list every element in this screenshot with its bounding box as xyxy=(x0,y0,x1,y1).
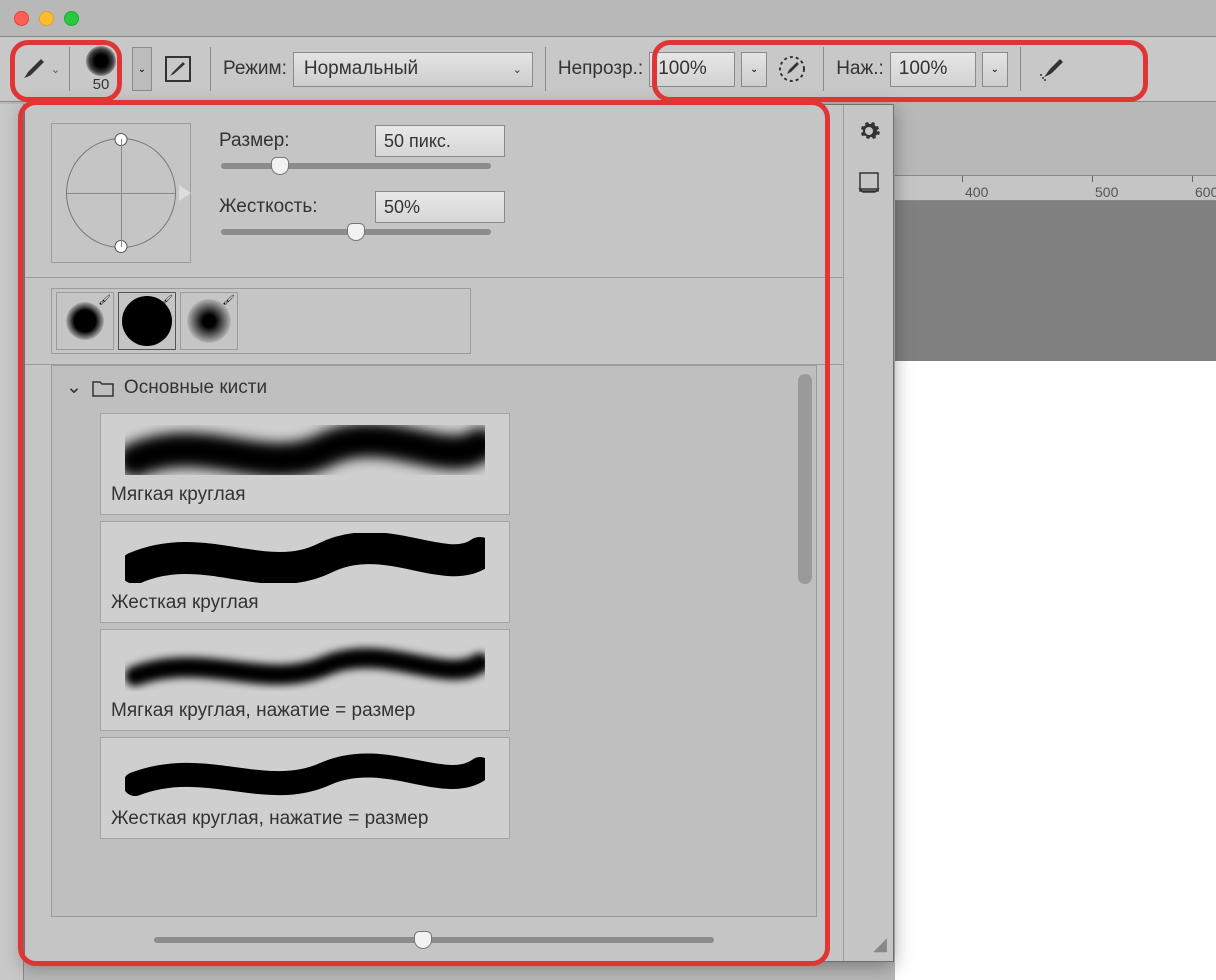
mode-value: Нормальный xyxy=(304,58,418,80)
brush-stroke-preview xyxy=(111,422,499,478)
brush-stroke-preview xyxy=(111,530,499,586)
mode-dropdown[interactable]: Нормальный ⌄ xyxy=(293,52,533,87)
zoom-window-button[interactable] xyxy=(64,11,79,26)
opacity-dropdown[interactable]: ⌄ xyxy=(741,52,767,87)
brush-angle-control[interactable] xyxy=(51,123,191,263)
minimize-window-button[interactable] xyxy=(39,11,54,26)
brush-preset-indicator[interactable]: 50 xyxy=(76,46,126,93)
chevron-down-icon: ⌄ xyxy=(51,63,60,76)
angle-arrow-icon xyxy=(179,185,191,201)
brush-mini-icon: 🖌 xyxy=(98,295,111,306)
tool-brush-dropdown[interactable]: ⌄ xyxy=(10,47,70,91)
separator xyxy=(210,47,211,91)
brush-preset-popup: Размер: 50 пикс. Жесткость: 50% xyxy=(24,104,894,962)
canvas[interactable] xyxy=(895,361,1216,980)
brush-name: Мягкая круглая, нажатие = размер xyxy=(111,700,499,722)
popup-settings-button[interactable] xyxy=(857,119,881,143)
ruler-mark: 400 xyxy=(965,184,988,200)
size-label: Размер: xyxy=(219,130,359,152)
flow-value: 100% xyxy=(899,58,948,80)
folder-icon xyxy=(92,379,114,397)
brush-preset-dropdown[interactable]: ⌄ xyxy=(132,47,152,91)
brush-size-number: 50 xyxy=(93,76,110,93)
hardness-slider[interactable] xyxy=(221,229,491,235)
brush-mini-icon: 🖌 xyxy=(160,295,173,306)
scrollbar-vertical[interactable] xyxy=(798,374,812,584)
flow-input[interactable]: 100% xyxy=(890,52,976,87)
opacity-label: Непрозр.: xyxy=(558,58,643,80)
separator xyxy=(545,47,546,91)
ruler-mark: 600 xyxy=(1195,184,1216,200)
new-preset-icon xyxy=(858,171,880,193)
size-slider[interactable] xyxy=(221,163,491,169)
opacity-input[interactable]: 100% xyxy=(649,52,735,87)
brush-group-name: Основные кисти xyxy=(124,377,267,399)
options-bar: ⌄ 50 ⌄ Режим: Нормальный ⌄ Непрозр.: 100… xyxy=(0,36,1216,102)
brush-name: Жесткая круглая, нажатие = размер xyxy=(111,808,499,830)
hardness-input[interactable]: 50% xyxy=(375,191,505,223)
brush-list: ⌄ Основные кисти Мягкая круглая Жесткая к… xyxy=(51,365,817,917)
opacity-value: 100% xyxy=(658,58,707,80)
airbrush-icon xyxy=(1036,53,1068,85)
flow-label: Наж.: xyxy=(836,58,884,80)
recent-brush-item[interactable]: 🖌 xyxy=(180,292,238,350)
pressure-opacity-button[interactable] xyxy=(773,50,811,88)
brush-thumbnail-size-slider[interactable] xyxy=(154,937,714,943)
ruler-horizontal: 400 500 600 xyxy=(895,175,1216,201)
brush-list-item[interactable]: Жесткая круглая xyxy=(100,521,510,623)
brush-panel-icon xyxy=(163,54,193,84)
brush-list-item[interactable]: Жесткая круглая, нажатие = размер xyxy=(100,737,510,839)
size-input[interactable]: 50 пикс. xyxy=(375,125,505,157)
recent-brush-item[interactable]: 🖌 xyxy=(56,292,114,350)
new-brush-button[interactable] xyxy=(858,171,880,193)
resize-grip-icon[interactable]: ◢ xyxy=(873,934,887,955)
canvas-background xyxy=(895,201,1216,361)
close-window-button[interactable] xyxy=(14,11,29,26)
brush-mini-icon: 🖌 xyxy=(222,295,235,306)
window-titlebar xyxy=(0,0,1216,36)
flow-dropdown[interactable]: ⌄ xyxy=(982,52,1008,87)
chevron-down-icon: ⌄ xyxy=(66,376,82,399)
hardness-label: Жесткость: xyxy=(219,196,359,218)
pressure-opacity-icon xyxy=(777,54,807,84)
brush-group-header[interactable]: ⌄ Основные кисти xyxy=(52,366,816,409)
brush-stroke-preview xyxy=(111,638,499,694)
ruler-mark: 500 xyxy=(1095,184,1118,200)
brush-list-item[interactable]: Мягкая круглая xyxy=(100,413,510,515)
gear-icon xyxy=(857,119,881,143)
brush-stroke-preview xyxy=(111,746,499,802)
brush-icon xyxy=(19,55,47,83)
brush-tip-icon xyxy=(86,46,116,76)
brush-name: Мягкая круглая xyxy=(111,484,499,506)
separator xyxy=(1020,47,1021,91)
recent-brush-item[interactable]: 🖌 xyxy=(118,292,176,350)
mode-label: Режим: xyxy=(223,58,287,80)
left-tool-strip xyxy=(0,104,24,980)
brush-name: Жесткая круглая xyxy=(111,592,499,614)
brush-settings-button[interactable] xyxy=(158,49,198,89)
brush-list-item[interactable]: Мягкая круглая, нажатие = размер xyxy=(100,629,510,731)
recent-brushes: 🖌 🖌 🖌 xyxy=(51,288,471,354)
separator xyxy=(823,47,824,91)
airbrush-button[interactable] xyxy=(1033,50,1071,88)
chevron-down-icon: ⌄ xyxy=(513,63,522,76)
